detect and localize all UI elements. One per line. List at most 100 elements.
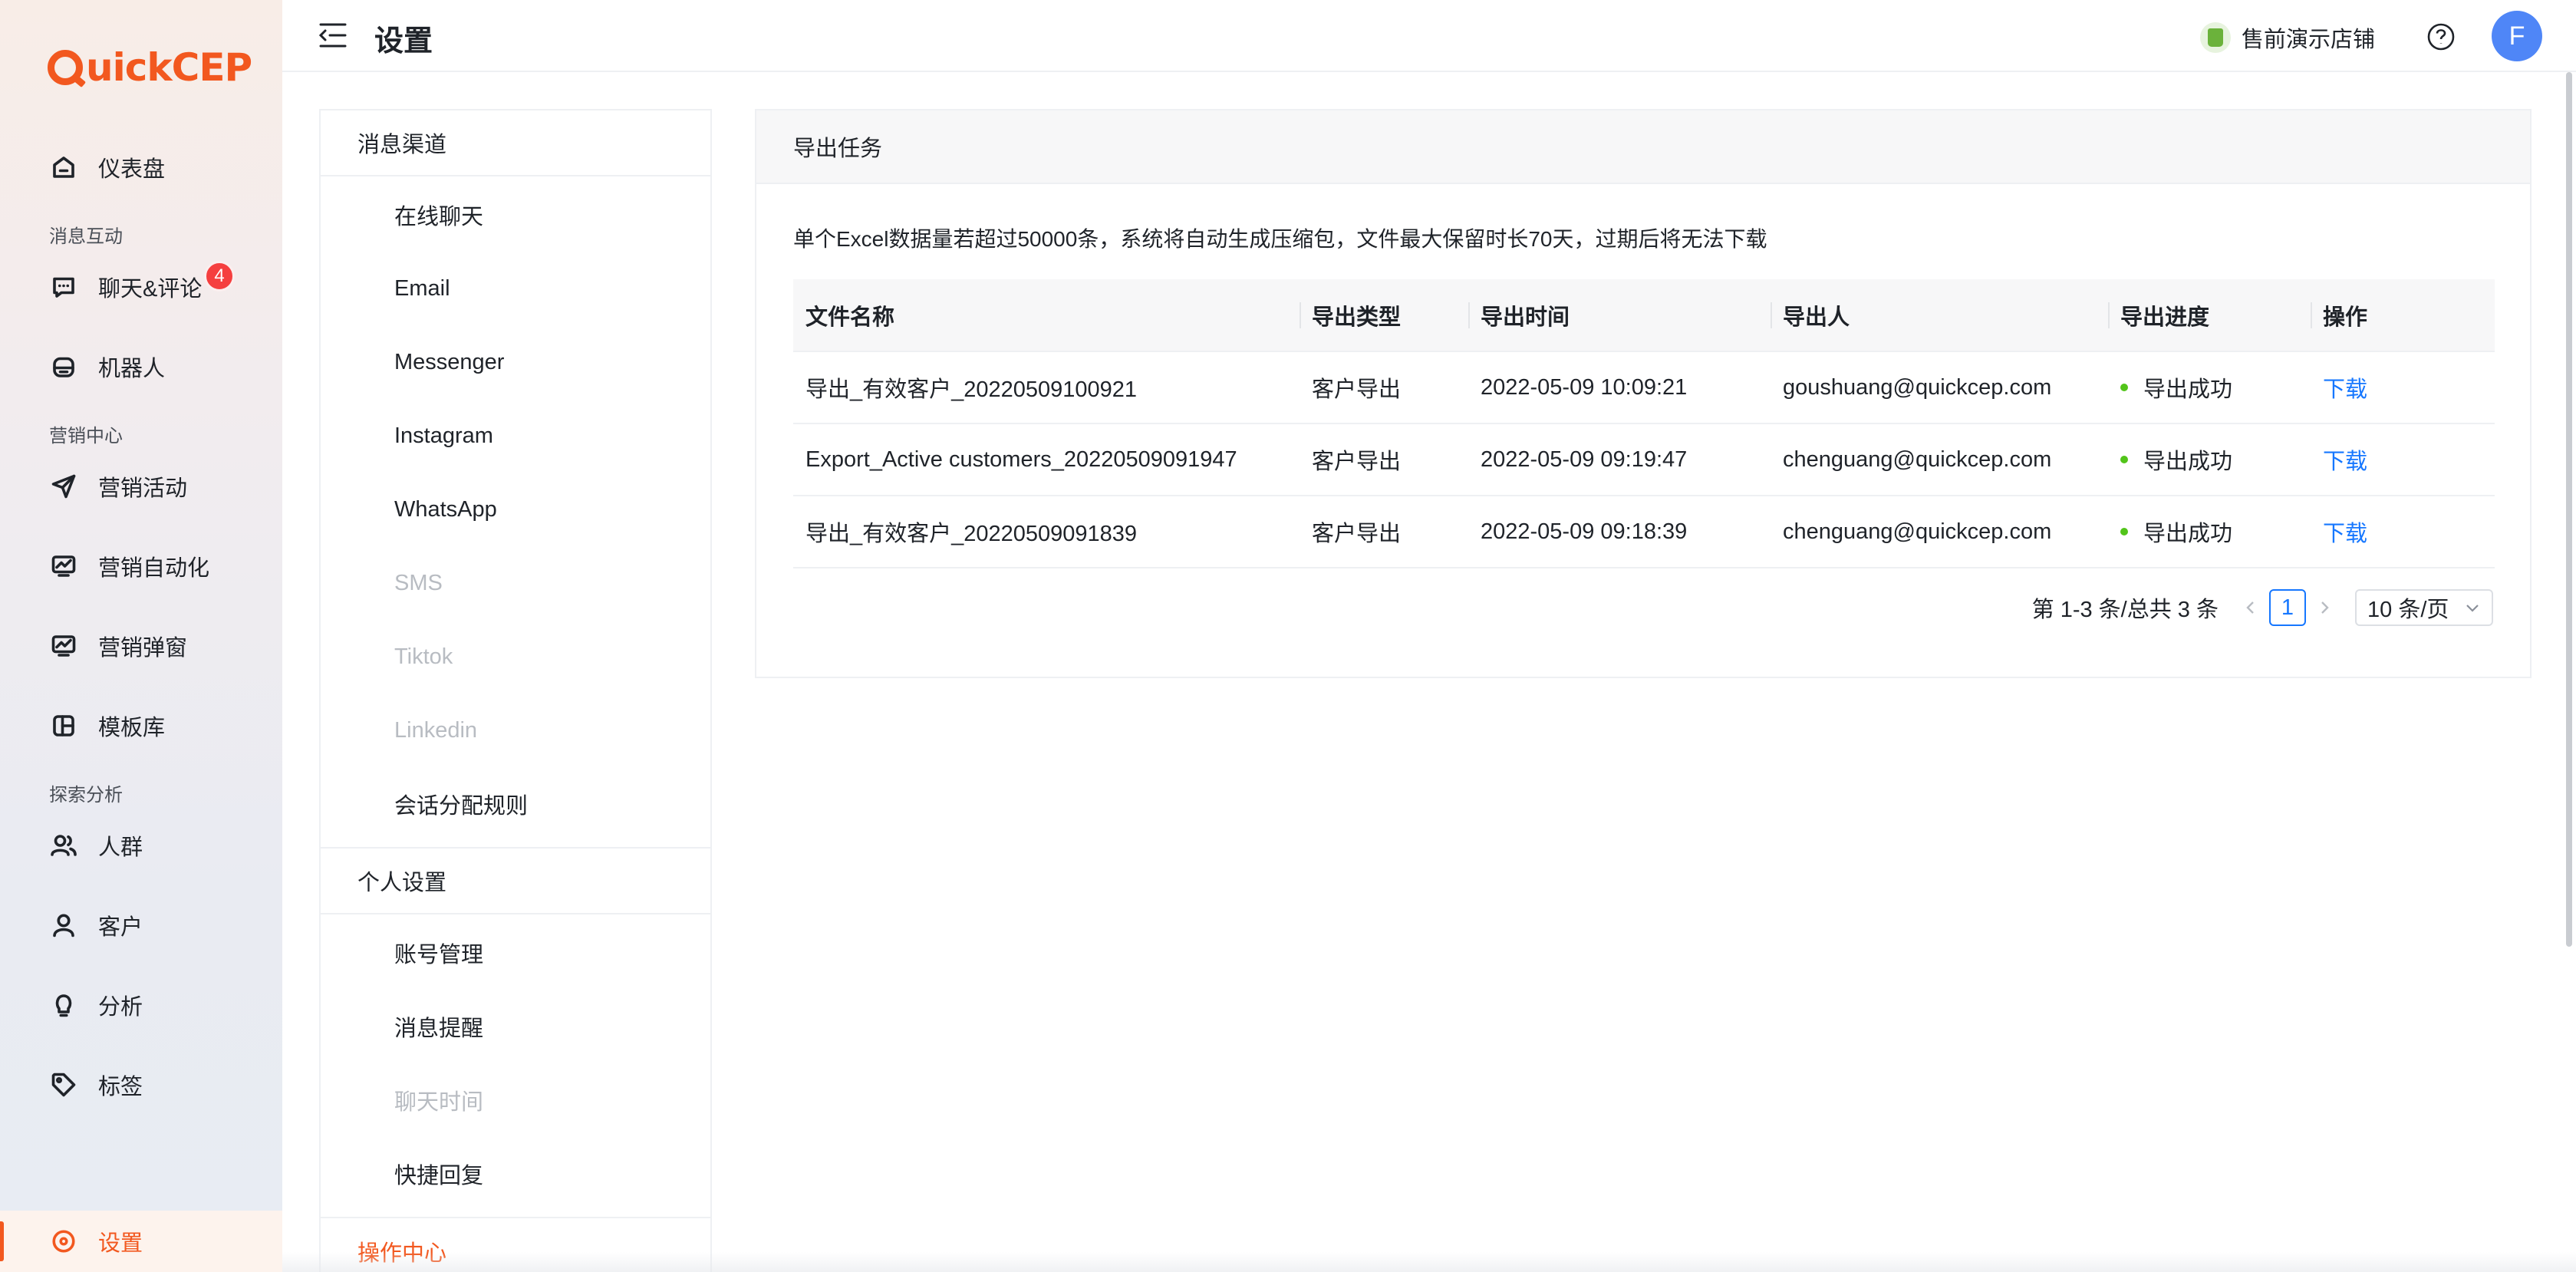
logo-text: uickCEP (86, 45, 252, 90)
column-header-file-name: 文件名称 (793, 279, 1300, 352)
submenu-item-linkedin: Linkedin (394, 717, 478, 743)
tag-icon (49, 1070, 78, 1099)
download-link[interactable]: 下载 (2323, 522, 2367, 546)
chat-icon (49, 272, 78, 302)
table-row: Export_Active customers_20220509091947 客… (793, 423, 2495, 496)
collapse-menu-icon[interactable] (318, 21, 348, 49)
settings-submenu: 消息渠道 在线聊天 Email Messenger Instagram What… (319, 109, 712, 1272)
home-icon (49, 153, 78, 182)
submenu-item-quick-replies[interactable]: 快捷回复 (321, 1137, 710, 1211)
nav-audiences[interactable]: 人群 (0, 815, 282, 876)
table-row: 导出_有效客户_20220509091839 客户导出 2022-05-09 0… (793, 496, 2495, 568)
nav-popups[interactable]: 营销弹窗 (0, 615, 282, 677)
table-row: 导出_有效客户_20220509100921 客户导出 2022-05-09 1… (793, 351, 2495, 424)
help-icon[interactable] (2426, 21, 2456, 52)
prev-page-icon[interactable] (2235, 589, 2266, 626)
nav-templates[interactable]: 模板库 (0, 695, 282, 756)
cell-file-name: 导出_有效客户_20220509091839 (793, 496, 1300, 568)
download-link[interactable]: 下载 (2323, 377, 2367, 402)
nav-label: 营销弹窗 (98, 636, 188, 661)
cell-export-type: 客户导出 (1300, 351, 1468, 424)
export-notice: 单个Excel数据量若超过50000条，系统将自动生成压缩包，文件最大保留时长7… (793, 227, 1767, 251)
send-icon (49, 472, 78, 501)
top-header: 设置 售前演示店铺 F (282, 0, 2576, 72)
submenu-item-instagram[interactable]: Instagram (321, 399, 710, 473)
page-title: 设置 (374, 25, 433, 58)
card-title: 导出任务 (756, 110, 2530, 184)
cell-exporter: chenguang@quickcep.com (1771, 423, 2108, 496)
submenu-item-email[interactable]: Email (321, 252, 710, 325)
unread-badge: 4 (204, 261, 235, 292)
nav-analysis[interactable]: 分析 (0, 974, 282, 1036)
logo-mark (48, 50, 83, 85)
submenu-item-whatsapp[interactable]: WhatsApp (321, 473, 710, 546)
submenu-section-personal[interactable]: 个人设置 (321, 849, 710, 914)
cell-export-time: 2022-05-09 09:19:47 (1468, 423, 1771, 496)
submenu-section-channels[interactable]: 消息渠道 (321, 110, 710, 176)
nav-label: 营销活动 (98, 476, 188, 501)
nav-settings[interactable]: 设置 (0, 1211, 282, 1272)
next-page-icon[interactable] (2309, 589, 2340, 626)
quickcep-logo[interactable]: uickCEP (48, 43, 252, 92)
success-dot-icon (2120, 456, 2128, 463)
cell-action: 下载 (2311, 496, 2495, 568)
cell-exporter: goushuang@quickcep.com (1771, 351, 2108, 424)
cell-action: 下载 (2311, 351, 2495, 424)
settings-icon (49, 1227, 78, 1256)
nav-dashboard[interactable]: 仪表盘 (0, 137, 282, 198)
cell-export-time: 2022-05-09 10:09:21 (1468, 351, 1771, 424)
cell-file-name: Export_Active customers_20220509091947 (793, 423, 1300, 496)
scrollbar-thumb[interactable] (2566, 72, 2572, 947)
submenu-item-messenger[interactable]: Messenger (321, 325, 710, 399)
automation-icon (49, 552, 78, 581)
nav-group-analytics: 探索分析 (49, 785, 123, 806)
nav-label: 客户 (98, 915, 143, 940)
page-number-current[interactable]: 1 (2269, 589, 2306, 626)
users-icon (49, 831, 78, 860)
bulb-icon (49, 990, 78, 1020)
store-switcher[interactable]: 售前演示店铺 (2199, 21, 2375, 54)
submenu-item-sms: SMS (394, 570, 443, 595)
cell-file-name: 导出_有效客户_20220509100921 (793, 351, 1300, 424)
cell-progress: 导出成功 (2108, 351, 2311, 424)
nav-automation[interactable]: 营销自动化 (0, 535, 282, 597)
bottom-fade (282, 1252, 2576, 1272)
column-header-action: 操作 (2311, 279, 2495, 352)
column-header-progress: 导出进度 (2108, 279, 2311, 352)
nav-customers[interactable]: 客户 (0, 895, 282, 956)
nav-chat-reviews[interactable]: 聊天&评论 4 (0, 256, 282, 318)
page-scrollbar[interactable] (2562, 72, 2576, 1272)
cell-export-type: 客户导出 (1300, 423, 1468, 496)
nav-label: 分析 (98, 995, 143, 1020)
column-header-export-time: 导出时间 (1468, 279, 1771, 352)
user-avatar[interactable]: F (2492, 11, 2542, 61)
main-sidebar: uickCEP 仪表盘 消息互动 聊天&评论 4 机器人 营销中心 营销活动 营… (0, 0, 282, 1272)
submenu-item-chat-hours: 聊天时间 (394, 1090, 484, 1115)
success-dot-icon (2120, 528, 2128, 535)
submenu-item-assignment-rules[interactable]: 会话分配规则 (321, 767, 710, 841)
nav-group-messaging: 消息互动 (49, 226, 123, 247)
export-tasks-card: 导出任务 单个Excel数据量若超过50000条，系统将自动生成压缩包，文件最大… (755, 109, 2532, 678)
nav-label: 营销自动化 (98, 556, 210, 581)
submenu-item-account[interactable]: 账号管理 (321, 916, 710, 990)
submenu-item-notifications[interactable]: 消息提醒 (321, 990, 710, 1063)
cell-action: 下载 (2311, 423, 2495, 496)
nav-campaigns[interactable]: 营销活动 (0, 456, 282, 517)
cell-export-type: 客户导出 (1300, 496, 1468, 568)
cell-exporter: chenguang@quickcep.com (1771, 496, 2108, 568)
column-header-exporter: 导出人 (1771, 279, 2108, 352)
download-link[interactable]: 下载 (2323, 450, 2367, 474)
page-size-select[interactable]: 10 条/页 (2355, 589, 2493, 626)
chevron-down-icon (2466, 605, 2479, 612)
pagination: 第 1-3 条/总共 3 条 1 10 条/页 (2032, 589, 2493, 626)
nav-label: 人群 (98, 835, 143, 860)
pagination-total: 第 1-3 条/总共 3 条 (2031, 598, 2219, 622)
cell-progress: 导出成功 (2108, 496, 2311, 568)
cell-progress: 导出成功 (2108, 423, 2311, 496)
nav-robot[interactable]: 机器人 (0, 336, 282, 397)
nav-label: 仪表盘 (98, 157, 166, 182)
status-text: 导出成功 (2143, 522, 2233, 546)
nav-tags[interactable]: 标签 (0, 1054, 282, 1115)
submenu-item-live-chat[interactable]: 在线聊天 (321, 178, 710, 252)
nav-label: 机器人 (98, 357, 166, 381)
